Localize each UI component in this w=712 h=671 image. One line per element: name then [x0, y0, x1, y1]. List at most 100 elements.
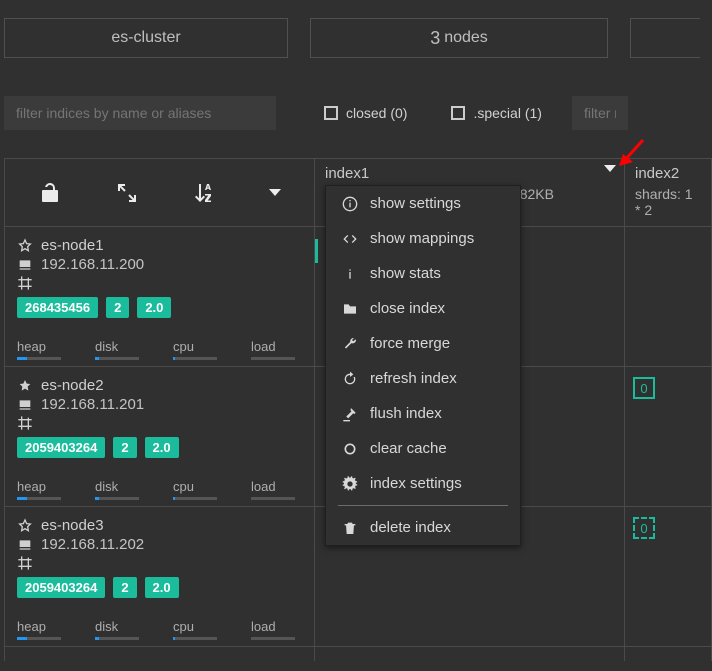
cpu-label: cpu — [173, 479, 217, 494]
filter-indices-input[interactable] — [4, 96, 276, 130]
badge-heap: 2059403264 — [17, 437, 105, 458]
menu-separator — [338, 505, 508, 506]
badge-3: 2.0 — [137, 297, 171, 318]
code-icon — [342, 231, 358, 247]
node-name: es-node2 — [41, 377, 104, 394]
node-ip: 192.168.11.201 — [41, 396, 144, 413]
nodes-column: es-node1 192.168.11.200 268435456 2 2.0 … — [5, 159, 315, 661]
menu-index-settings[interactable]: index settings — [326, 466, 520, 501]
gavel-icon — [342, 406, 358, 422]
node-count-number: 3 — [430, 28, 440, 49]
info-icon — [342, 196, 358, 212]
menu-show-mappings[interactable]: show mappings — [326, 221, 520, 256]
menu-label: delete index — [370, 519, 451, 536]
index2-node3-cell: 0 — [625, 507, 711, 647]
star-icon — [17, 238, 33, 254]
node-row-2: es-node2 192.168.11.201 2059403264 2 2.0… — [5, 367, 314, 507]
node-name: es-node3 — [41, 517, 104, 534]
closed-checkbox[interactable] — [324, 106, 338, 120]
shard-number: 0 — [640, 381, 647, 396]
circle-icon — [342, 441, 358, 457]
node-row-3: es-node3 192.168.11.202 2059403264 2 2.0… — [5, 507, 314, 647]
meters: heap disk cpu load — [17, 619, 302, 640]
left-toolbar — [5, 159, 314, 227]
index2-column: index2 shards: 1 * 2 0 0 — [625, 159, 712, 661]
meters: heap disk cpu load — [17, 339, 302, 360]
unlock-button[interactable] — [32, 175, 68, 211]
node-count-box[interactable]: 3 nodes — [310, 18, 608, 58]
index1-header[interactable]: index1 1.82KB show settings show mapping… — [315, 159, 624, 227]
wrench-icon — [342, 336, 358, 352]
expand-button[interactable] — [109, 175, 145, 211]
badge-3: 2.0 — [145, 437, 179, 458]
filter-nodes-input[interactable] — [572, 96, 628, 130]
gear-icon — [342, 476, 358, 492]
cluster-name-box[interactable]: es-cluster — [4, 18, 288, 58]
load-label: load — [251, 619, 295, 634]
disk-icon — [17, 257, 33, 273]
node-badges: 2059403264 2 2.0 — [17, 577, 302, 598]
menu-show-stats[interactable]: show stats — [326, 256, 520, 291]
menu-force-merge[interactable]: force merge — [326, 326, 520, 361]
disk-label: disk — [95, 479, 139, 494]
trash-icon — [342, 520, 358, 536]
index2-node1-cell — [625, 227, 711, 367]
menu-show-settings[interactable]: show settings — [326, 186, 520, 221]
folder-icon — [342, 301, 358, 317]
badge-2: 2 — [106, 297, 129, 318]
shard-number: 0 — [640, 521, 647, 536]
menu-close-index[interactable]: close index — [326, 291, 520, 326]
menu-label: clear cache — [370, 440, 447, 457]
index-menu-caret-icon[interactable] — [604, 165, 616, 172]
heap-label: heap — [17, 479, 61, 494]
menu-label: index settings — [370, 475, 462, 492]
heap-label: heap — [17, 619, 61, 634]
menu-label: close index — [370, 300, 445, 317]
index-context-menu: show settings show mappings show stats c… — [325, 185, 521, 546]
sort-az-icon — [192, 181, 216, 205]
menu-label: refresh index — [370, 370, 457, 387]
menu-refresh-index[interactable]: refresh index — [326, 361, 520, 396]
extra-status-box[interactable] — [630, 18, 700, 58]
menu-flush-index[interactable]: flush index — [326, 396, 520, 431]
crop-icon — [17, 415, 33, 431]
node-ip: 192.168.11.202 — [41, 536, 144, 553]
menu-clear-cache[interactable]: clear cache — [326, 431, 520, 466]
disk-label: disk — [95, 339, 139, 354]
unlock-icon — [38, 181, 62, 205]
load-label: load — [251, 339, 295, 354]
node-count-label: nodes — [444, 29, 488, 47]
overview-grid: es-node1 192.168.11.200 268435456 2 2.0 … — [4, 158, 712, 661]
node-ip: 192.168.11.200 — [41, 256, 144, 273]
special-checkbox-wrap[interactable]: .special (1) — [451, 105, 541, 121]
dropdown-caret-button[interactable] — [263, 183, 287, 202]
menu-delete-index[interactable]: delete index — [326, 510, 520, 545]
index2-header[interactable]: index2 shards: 1 * 2 — [625, 159, 711, 227]
annotation-arrow — [617, 136, 647, 166]
crop-icon — [17, 275, 33, 291]
disk-icon — [17, 537, 33, 553]
node-name: es-node1 — [41, 237, 104, 254]
shard-replica[interactable]: 0 — [633, 517, 655, 539]
heap-label: heap — [17, 339, 61, 354]
closed-checkbox-label: closed (0) — [346, 105, 407, 121]
caret-down-icon — [269, 189, 281, 196]
sort-az-button[interactable] — [186, 175, 222, 211]
expand-icon — [115, 181, 139, 205]
menu-label: show stats — [370, 265, 441, 282]
index-name: index1 — [325, 165, 614, 182]
badge-heap: 2059403264 — [17, 577, 105, 598]
menu-label: flush index — [370, 405, 442, 422]
star-filled-icon — [17, 378, 33, 394]
badge-3: 2.0 — [145, 577, 179, 598]
star-icon — [17, 518, 33, 534]
disk-label: disk — [95, 619, 139, 634]
meters: heap disk cpu load — [17, 479, 302, 500]
index-shards: shards: 1 * 2 — [635, 186, 701, 218]
special-checkbox[interactable] — [451, 106, 465, 120]
crop-icon — [17, 555, 33, 571]
shard-primary[interactable]: 0 — [633, 377, 655, 399]
node-badges: 268435456 2 2.0 — [17, 297, 302, 318]
closed-checkbox-wrap[interactable]: closed (0) — [324, 105, 407, 121]
refresh-icon — [342, 371, 358, 387]
